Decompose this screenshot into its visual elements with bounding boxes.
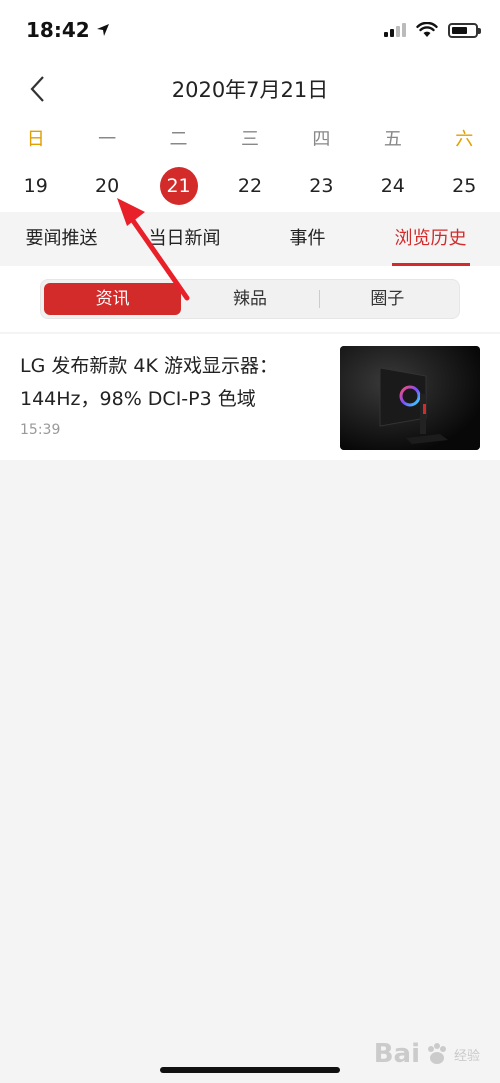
day-cell[interactable]: 23 — [286, 167, 357, 205]
day-number: 21 — [159, 167, 198, 205]
segment-products[interactable]: 辣品 — [181, 283, 318, 315]
news-thumbnail — [340, 346, 480, 450]
segmented-control: 资讯 辣品 圈子 — [40, 279, 460, 319]
segment-circles[interactable]: 圈子 — [318, 283, 456, 315]
tab-bar: 要闻推送 当日新闻 事件 浏览历史 — [0, 212, 500, 266]
watermark-sub: 经验 — [453, 1048, 480, 1064]
header: 18:42 2020年7月21日 日 一 二 三 四 五 六 19 20 21 … — [0, 0, 500, 212]
status-time: 18:42 — [26, 18, 110, 42]
day-cell-selected[interactable]: 21 — [143, 167, 214, 205]
watermark: Bai 经验 — [374, 1039, 480, 1069]
home-indicator — [160, 1067, 340, 1073]
tab-events[interactable]: 事件 — [246, 212, 369, 266]
segment-news[interactable]: 资讯 — [44, 283, 182, 315]
cellular-signal-icon — [384, 23, 406, 37]
day-number: 24 — [380, 175, 405, 197]
day-cell[interactable]: 19 — [0, 167, 71, 205]
watermark-text: Bai — [373, 1039, 420, 1069]
battery-icon — [448, 22, 481, 38]
day-strip: 19 20 21 22 23 24 25 — [0, 160, 500, 212]
day-number: 23 — [309, 175, 334, 197]
news-title: LG 发布新款 4K 游戏显示器：144Hz，98% DCI-P3 色域 — [20, 355, 278, 410]
day-number: 20 — [95, 175, 120, 197]
tab-daily-news[interactable]: 当日新闻 — [123, 212, 246, 266]
tab-browse-history[interactable]: 浏览历史 — [369, 212, 492, 266]
weekday-header: 日 一 二 三 四 五 六 — [0, 116, 500, 160]
day-cell[interactable]: 20 — [71, 167, 142, 205]
segment-container: 资讯 辣品 圈子 — [0, 266, 500, 332]
day-number: 22 — [237, 175, 263, 197]
day-cell[interactable]: 25 — [429, 167, 500, 205]
day-cell[interactable]: 24 — [357, 167, 428, 205]
status-indicators — [384, 22, 481, 38]
weekday-label: 六 — [455, 129, 474, 150]
nav-bar: 2020年7月21日 — [0, 62, 500, 116]
monitor-image — [340, 346, 480, 450]
weekday-label: 日 — [26, 129, 45, 150]
weekday-label: 二 — [169, 129, 188, 150]
day-number: 19 — [23, 175, 48, 197]
list-item[interactable]: LG 发布新款 4K 游戏显示器：144Hz，98% DCI-P3 色域 15:… — [0, 334, 500, 460]
weekday-label: 四 — [312, 129, 331, 150]
clock-text: 18:42 — [26, 18, 90, 42]
history-list: LG 发布新款 4K 游戏显示器：144Hz，98% DCI-P3 色域 15:… — [0, 334, 500, 460]
paw-icon — [427, 1043, 446, 1064]
day-cell[interactable]: 22 — [214, 167, 285, 205]
wifi-icon — [416, 22, 438, 37]
tab-headline-push[interactable]: 要闻推送 — [0, 212, 123, 266]
day-number: 25 — [452, 175, 477, 197]
page-title: 2020年7月21日 — [171, 78, 329, 102]
status-bar: 18:42 — [0, 0, 500, 62]
weekday-label: 五 — [383, 129, 402, 150]
weekday-label: 一 — [98, 129, 117, 150]
location-arrow-icon — [96, 24, 109, 36]
weekday-label: 三 — [240, 129, 259, 150]
